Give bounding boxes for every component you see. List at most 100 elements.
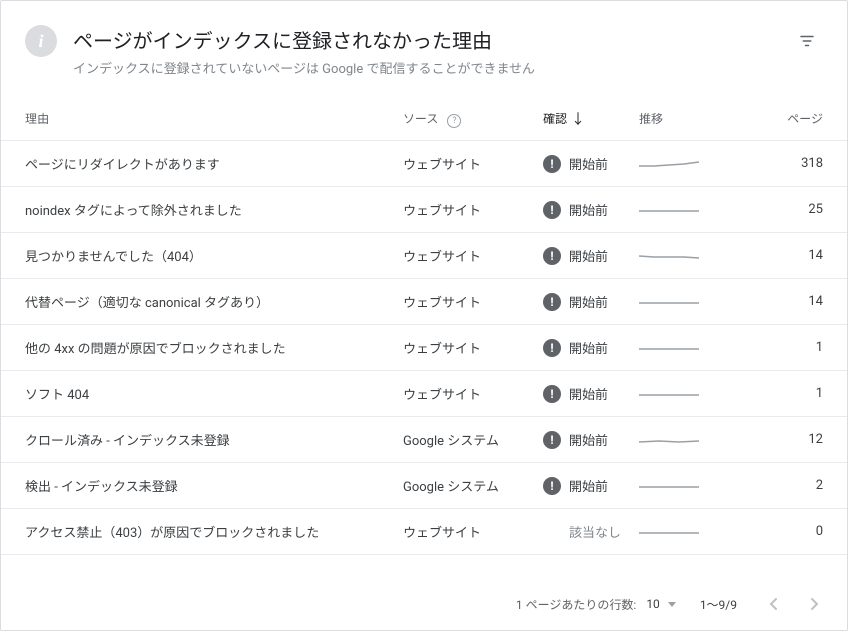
table-row[interactable]: アクセス禁止（403）が原因でブロックされましたウェブサイト該当なし 0 (1, 509, 847, 555)
col-header-reason[interactable]: 理由 (25, 110, 403, 127)
confirm-text: 開始前 (569, 292, 608, 311)
confirm-cell: ! 開始前 (543, 384, 639, 403)
source-cell: Google システム (403, 430, 543, 449)
col-header-pages[interactable]: ページ (751, 110, 823, 127)
sparkline (639, 341, 699, 355)
confirm-cell: ! 開始前 (543, 338, 639, 357)
table-footer: 1 ページあたりの行数: 10 1～9/9 (1, 578, 847, 630)
sparkline (639, 203, 699, 217)
chevron-down-icon (668, 602, 676, 607)
pages-cell: 318 (751, 156, 823, 171)
table-row[interactable]: noindex タグによって除外されましたウェブサイト! 開始前 25 (1, 187, 847, 233)
status-badge-icon: ! (543, 431, 561, 449)
status-badge-icon: ! (543, 339, 561, 357)
info-icon: i (25, 25, 57, 57)
sparkline (639, 295, 699, 309)
rows-per-page-label: 1 ページあたりの行数: (516, 596, 636, 613)
trend-cell (639, 341, 751, 355)
table-row[interactable]: 検出 - インデックス未登録Google システム!開始前 2 (1, 463, 847, 509)
table-row[interactable]: ページにリダイレクトがありますウェブサイト!開始前318 (1, 141, 847, 187)
source-cell: ウェブサイト (403, 200, 543, 219)
sparkline (639, 525, 699, 539)
source-cell: Google システム (403, 476, 543, 495)
next-page-button[interactable] (803, 592, 827, 616)
status-badge-icon: ! (543, 155, 561, 173)
table-row[interactable]: 代替ページ（適切な canonical タグあり）ウェブサイト! 開始前 14 (1, 279, 847, 325)
sparkline (639, 479, 699, 493)
sort-arrow-down-icon: ↓ (571, 109, 585, 129)
sparkline (639, 433, 699, 447)
confirm-text: 開始前 (569, 430, 608, 449)
trend-cell (639, 387, 751, 401)
confirm-cell: ! 開始前 (543, 292, 639, 311)
reason-cell: ページにリダイレクトがあります (25, 154, 403, 173)
trend-cell (639, 249, 751, 263)
trend-cell (639, 157, 751, 171)
confirm-text: 開始前 (569, 384, 608, 403)
pages-cell: 0 (751, 524, 823, 539)
reason-cell: noindex タグによって除外されました (25, 200, 403, 219)
page-title: ページがインデックスに登録されなかった理由 (73, 25, 795, 54)
table-row[interactable]: クロール済み - インデックス未登録Google システム!開始前12 (1, 417, 847, 463)
help-icon[interactable]: ? (447, 114, 461, 128)
trend-cell (639, 479, 751, 493)
source-cell: ウェブサイト (403, 384, 543, 403)
rows-value: 10 (646, 597, 660, 611)
confirm-text: 開始前 (569, 154, 608, 173)
pages-cell: 1 (751, 340, 823, 355)
reason-cell: ソフト 404 (25, 384, 403, 403)
confirm-text: 開始前 (569, 200, 608, 219)
reason-cell: クロール済み - インデックス未登録 (25, 430, 403, 449)
trend-cell (639, 203, 751, 217)
pages-cell: 14 (751, 294, 823, 309)
table-header-row: 理由 ソース ? 確認 ↓ 推移 ページ (1, 97, 847, 141)
pages-cell: 1 (751, 386, 823, 401)
reason-cell: アクセス禁止（403）が原因でブロックされました (25, 522, 403, 541)
confirm-text: 開始前 (569, 338, 608, 357)
col-header-source[interactable]: ソース ? (403, 110, 543, 128)
col-header-trend[interactable]: 推移 (639, 110, 751, 127)
filter-button[interactable] (795, 29, 819, 53)
status-badge-icon: ! (543, 385, 561, 403)
chevron-left-icon (769, 598, 777, 610)
pages-cell: 25 (751, 202, 823, 217)
pages-cell: 2 (751, 478, 823, 493)
table-row[interactable]: 他の 4xx の問題が原因でブロックされましたウェブサイト! 開始前 1 (1, 325, 847, 371)
reason-cell: 検出 - インデックス未登録 (25, 476, 403, 495)
card-header: i ページがインデックスに登録されなかった理由 インデックスに登録されていないペ… (1, 1, 847, 97)
reason-cell: 他の 4xx の問題が原因でブロックされました (25, 338, 403, 357)
confirm-cell: ! 開始前 (543, 154, 639, 173)
confirm-cell: ! 開始前 (543, 200, 639, 219)
reasons-table: 理由 ソース ? 確認 ↓ 推移 ページ ページにリダイレクトがありますウェブサ… (1, 97, 847, 578)
table-row[interactable]: 見つかりませんでした（404）ウェブサイト!開始前14 (1, 233, 847, 279)
source-cell: ウェブサイト (403, 338, 543, 357)
reason-cell: 代替ページ（適切な canonical タグあり） (25, 292, 403, 311)
status-badge-icon: ! (543, 201, 561, 219)
status-badge-icon: ! (543, 293, 561, 311)
confirm-na-text: 該当なし (543, 522, 621, 541)
confirm-cell: !開始前 (543, 476, 639, 495)
col-header-confirm[interactable]: 確認 ↓ (543, 109, 639, 129)
trend-cell (639, 433, 751, 447)
prev-page-button[interactable] (761, 592, 785, 616)
source-cell: ウェブサイト (403, 522, 543, 541)
pages-cell: 14 (751, 248, 823, 263)
confirm-cell: ! 開始前 (543, 430, 639, 449)
confirm-cell: 該当なし (543, 522, 639, 541)
chevron-right-icon (811, 598, 819, 610)
trend-cell (639, 525, 751, 539)
sparkline (639, 387, 699, 401)
source-cell: ウェブサイト (403, 292, 543, 311)
rows-per-page: 1 ページあたりの行数: 10 (516, 596, 676, 613)
header-text: ページがインデックスに登録されなかった理由 インデックスに登録されていないページ… (73, 25, 795, 77)
page-subtitle: インデックスに登録されていないページは Google で配信することができません (73, 58, 795, 77)
sparkline (639, 249, 699, 263)
status-badge-icon: ! (543, 247, 561, 265)
rows-per-page-select[interactable]: 10 (646, 597, 676, 611)
table-row[interactable]: ソフト 404ウェブサイト! 開始前 1 (1, 371, 847, 417)
page-range: 1～9/9 (700, 596, 737, 613)
status-badge-icon: ! (543, 477, 561, 495)
sparkline (639, 157, 699, 171)
confirm-text: 開始前 (569, 246, 608, 265)
card-container: i ページがインデックスに登録されなかった理由 インデックスに登録されていないペ… (0, 0, 848, 631)
